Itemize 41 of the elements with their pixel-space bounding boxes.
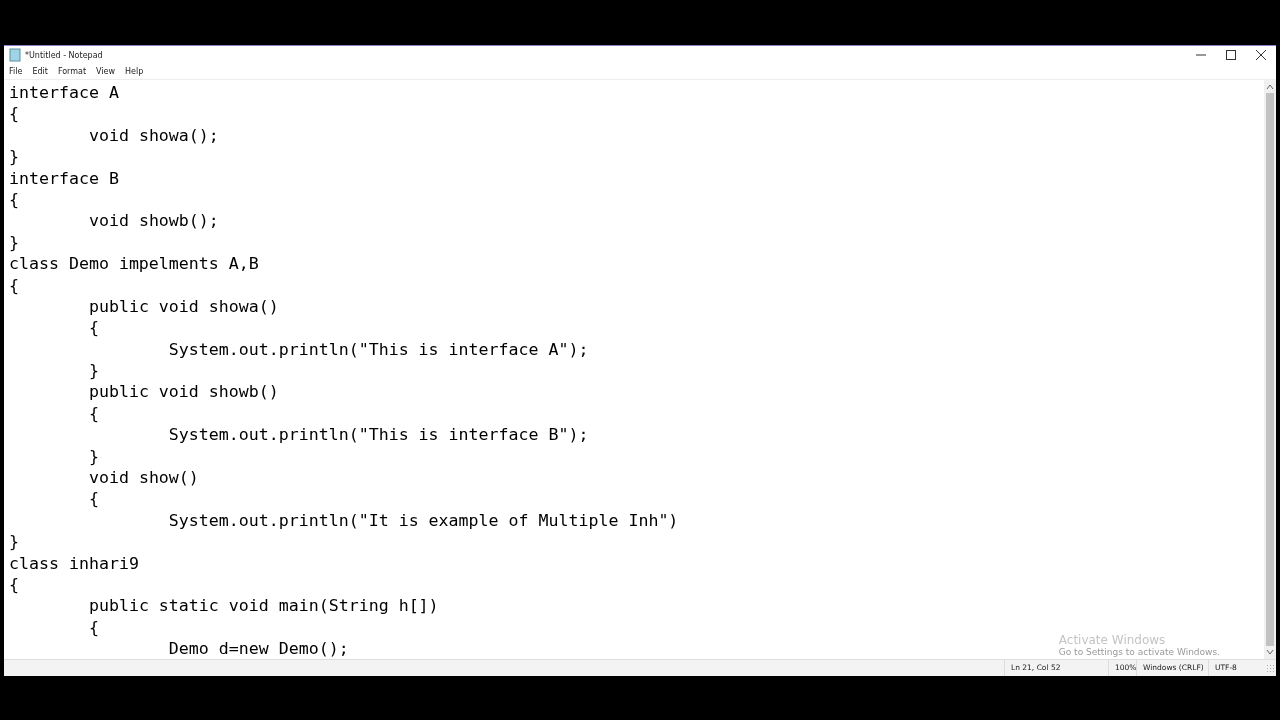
- activation-title: Activate Windows: [1058, 633, 1167, 647]
- menu-item[interactable]: File: [9, 67, 23, 76]
- code-line: class inhari9: [9, 553, 139, 573]
- code-line: void showb();: [87, 211, 219, 231]
- code-line: {: [9, 189, 19, 209]
- code-line: }: [87, 361, 99, 381]
- code-line: public void showb(): [87, 382, 279, 402]
- close-icon: [1256, 50, 1266, 60]
- code-line: System.out.println("It is example of Multiple Inh"): [167, 510, 679, 530]
- code-line: {: [87, 403, 99, 423]
- code-line: }: [87, 446, 99, 466]
- code-line: {: [9, 104, 19, 124]
- code-line: Demo d=new Demo();: [167, 639, 349, 659]
- window-title: *Untitled - Notepad: [25, 50, 103, 60]
- code-line: class Demo impelments A,B: [9, 254, 259, 274]
- code-line: System.out.println("This is interface A");: [167, 339, 589, 359]
- code-line: void showa();: [87, 125, 219, 145]
- code-line: {: [9, 275, 19, 295]
- scroll-up-icon[interactable]: [1266, 84, 1274, 90]
- code-line: }: [9, 147, 19, 167]
- code-line: {: [87, 318, 99, 338]
- code-line: }: [9, 232, 19, 252]
- code-line: }: [9, 532, 19, 552]
- menu-item[interactable]: Edit: [32, 67, 48, 76]
- code-line: {: [87, 617, 99, 637]
- menu-item[interactable]: Format: [57, 67, 87, 76]
- menu-item[interactable]: Help: [125, 67, 144, 76]
- code-line: public void showa(): [87, 296, 279, 316]
- code-line: System.out.println("This is interface B");: [167, 425, 589, 445]
- menu-item[interactable]: View: [96, 67, 116, 76]
- scroll-down-icon[interactable]: [1266, 649, 1274, 655]
- maximize-icon: [1226, 50, 1236, 60]
- code-line: {: [87, 489, 99, 509]
- code-line: interface A: [9, 83, 119, 102]
- notepad-icon: [8, 48, 22, 62]
- code-line: void show(): [87, 468, 199, 488]
- code-line: {: [9, 575, 19, 594]
- code-line: public static void main(String h[]): [87, 596, 439, 616]
- vertical-scrollbar[interactable]: [1264, 80, 1276, 659]
- activation-message: Go to Settings to activate Windows.: [1058, 647, 1220, 657]
- code-line: interface B: [9, 168, 119, 188]
